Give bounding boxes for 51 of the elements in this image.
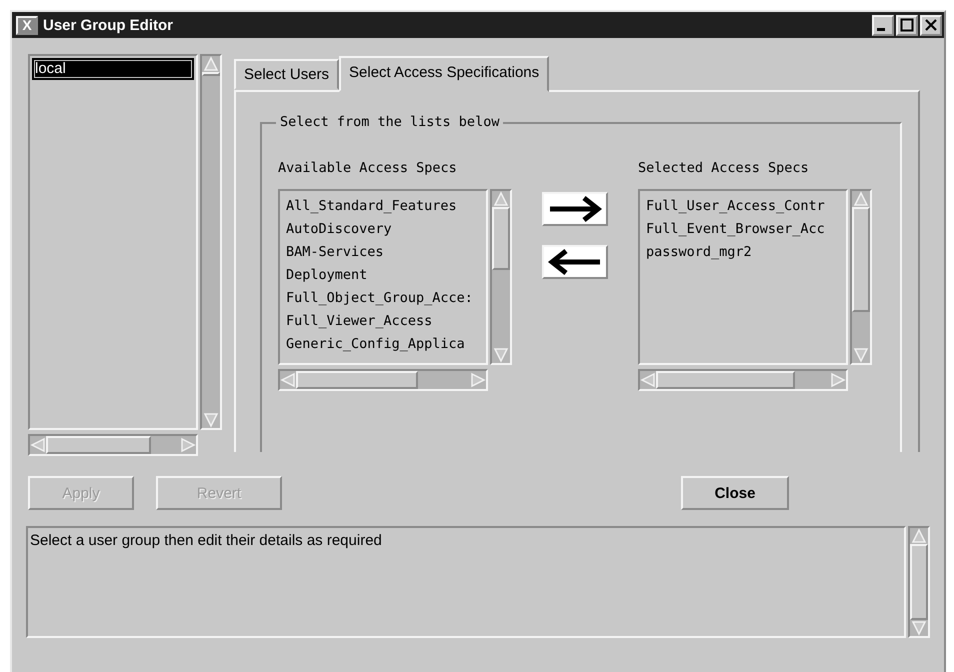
down-triangle-icon[interactable] bbox=[203, 412, 219, 428]
list-item[interactable]: Generic_Config_Applica bbox=[284, 333, 482, 356]
maximize-button[interactable] bbox=[896, 14, 918, 36]
list-item[interactable]: Full_Viewer_Access bbox=[284, 310, 482, 333]
left-triangle-icon[interactable] bbox=[280, 372, 296, 388]
left-triangle-icon[interactable] bbox=[640, 372, 656, 388]
close-button[interactable] bbox=[920, 14, 942, 36]
remove-button[interactable] bbox=[542, 245, 608, 279]
list-label: Available Access Specs bbox=[278, 160, 458, 176]
list-item[interactable]: local bbox=[32, 58, 194, 80]
list-item[interactable]: password_mgr2 bbox=[644, 241, 842, 264]
add-button[interactable] bbox=[542, 192, 608, 226]
tab[interactable]: Select Access Specifications bbox=[339, 56, 550, 92]
right-triangle-icon[interactable] bbox=[830, 372, 846, 388]
right-triangle-icon[interactable] bbox=[470, 372, 486, 388]
left-arrow-icon bbox=[548, 249, 602, 275]
list-item[interactable]: AutoDiscovery bbox=[284, 218, 482, 241]
list-item[interactable]: Deployment bbox=[284, 264, 482, 287]
horizontal-scrollbar[interactable] bbox=[638, 369, 848, 391]
window-title: User Group Editor bbox=[43, 16, 174, 34]
down-triangle-icon[interactable] bbox=[911, 620, 927, 636]
list-label: Selected Access Specs bbox=[638, 160, 810, 176]
minimize-icon bbox=[877, 28, 885, 30]
horizontal-scrollbar[interactable] bbox=[28, 434, 198, 456]
list-item[interactable]: Full_Object_Group_Acce: bbox=[284, 287, 482, 310]
list-item[interactable]: Full_User_Access_Contr bbox=[644, 195, 842, 218]
tab[interactable]: Select Users bbox=[234, 59, 340, 90]
horizontal-scrollbar[interactable] bbox=[278, 369, 488, 391]
list-item[interactable]: All_Standard_Features bbox=[284, 195, 482, 218]
right-arrow-icon bbox=[548, 196, 602, 222]
vertical-scrollbar[interactable] bbox=[908, 526, 930, 638]
close-button[interactable]: Close bbox=[681, 476, 789, 510]
up-triangle-icon[interactable] bbox=[493, 191, 509, 207]
close-icon bbox=[924, 18, 938, 32]
up-triangle-icon[interactable] bbox=[911, 528, 927, 544]
up-triangle-icon[interactable] bbox=[853, 191, 869, 207]
down-triangle-icon[interactable] bbox=[493, 347, 509, 363]
maximize-icon bbox=[900, 18, 914, 32]
window-menu-button[interactable]: X bbox=[16, 16, 38, 34]
vertical-scrollbar[interactable] bbox=[490, 189, 512, 365]
list-item[interactable]: Full_Event_Browser_Acc bbox=[644, 218, 842, 241]
up-triangle-icon[interactable] bbox=[203, 56, 219, 72]
minimize-button[interactable] bbox=[872, 14, 894, 36]
list-item[interactable]: BAM-Services bbox=[284, 241, 482, 264]
right-triangle-icon[interactable] bbox=[180, 437, 196, 453]
vertical-scrollbar[interactable] bbox=[850, 189, 872, 365]
down-triangle-icon[interactable] bbox=[853, 347, 869, 363]
message-text: Select a user group then edit their details as required bbox=[26, 526, 906, 638]
left-triangle-icon[interactable] bbox=[30, 437, 46, 453]
vertical-scrollbar[interactable] bbox=[200, 54, 222, 430]
scrollbar-thumb[interactable] bbox=[202, 72, 220, 76]
